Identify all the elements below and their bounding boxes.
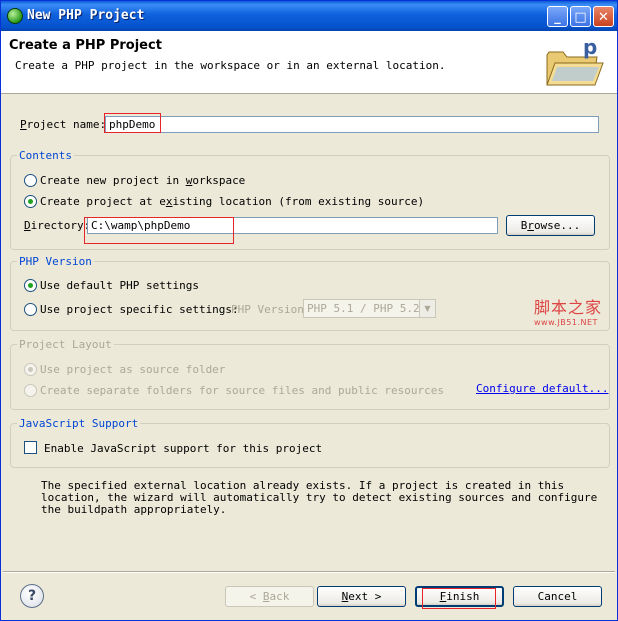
info-message: The specified external location already … (41, 479, 598, 516)
javascript-title: JavaScript Support (17, 417, 141, 430)
source-folder-radio[interactable] (24, 363, 37, 376)
separate-folders-radio[interactable] (24, 384, 37, 397)
php-version-select[interactable]: PHP 5.1 / PHP 5.2 ▼ (303, 299, 436, 318)
configure-default-link[interactable]: Configure default... (476, 382, 608, 395)
wizard-header: Create a PHP Project Create a PHP projec… (1, 31, 617, 94)
cancel-button[interactable]: Cancel (513, 586, 602, 607)
project-name-input[interactable]: phpDemo (105, 116, 599, 133)
php-version-title: PHP Version (17, 255, 94, 268)
page-title: Create a PHP Project (9, 38, 162, 53)
page-description: Create a PHP project in the workspace or… (15, 59, 446, 72)
svg-text:p: p (583, 37, 597, 59)
finish-button[interactable]: Finish (415, 586, 504, 607)
chevron-down-icon: ▼ (419, 300, 435, 317)
create-existing-label: Create project at existing location (fro… (40, 195, 425, 208)
watermark-line2: www.JB51.NET (534, 318, 598, 327)
help-icon[interactable]: ? (20, 584, 44, 608)
directory-input[interactable]: C:\wamp\phpDemo (87, 217, 498, 234)
window-title: New PHP Project (27, 8, 145, 23)
minimize-button[interactable]: _ (547, 6, 568, 27)
eclipse-app-icon (7, 8, 23, 24)
create-new-label: Create new project in workspace (40, 174, 246, 187)
php-folder-icon: p (546, 37, 604, 86)
php-version-group (10, 261, 610, 331)
source-folder-label: Use project as source folder (40, 363, 226, 376)
watermark: 脚本之家 www.JB51.NET (534, 294, 602, 327)
php-version-label: PHP Version: (231, 303, 311, 316)
default-php-label: Use default PHP settings (40, 279, 199, 292)
javascript-checkbox-label: Enable JavaScript support for this proje… (44, 442, 323, 455)
specific-php-radio[interactable] (24, 303, 37, 316)
create-existing-radio[interactable] (24, 195, 37, 208)
php-version-value: PHP 5.1 / PHP 5.2 (307, 302, 420, 315)
browse-button[interactable]: Browse... (506, 215, 595, 236)
title-bar[interactable]: New PHP Project _ □ ✕ (1, 1, 617, 31)
wizard-window: New PHP Project _ □ ✕ Create a PHP Proje… (0, 0, 618, 621)
specific-php-label: Use project specific settings: (40, 303, 239, 316)
project-name-label: Project name: (20, 118, 107, 131)
watermark-line1: 脚本之家 (534, 298, 603, 317)
project-layout-group (10, 344, 610, 410)
separate-folders-label: Create separate folders for source files… (40, 384, 444, 397)
footer-separator (3, 571, 615, 573)
maximize-button[interactable]: □ (570, 6, 591, 27)
back-button[interactable]: < Back (225, 586, 314, 607)
contents-title: Contents (17, 149, 74, 162)
project-layout-title: Project Layout (17, 338, 114, 351)
directory-label: Directory: (24, 219, 91, 232)
close-button[interactable]: ✕ (593, 6, 614, 27)
javascript-checkbox[interactable] (24, 441, 37, 454)
create-new-radio[interactable] (24, 174, 37, 187)
next-button[interactable]: Next > (317, 586, 406, 607)
default-php-radio[interactable] (24, 279, 37, 292)
